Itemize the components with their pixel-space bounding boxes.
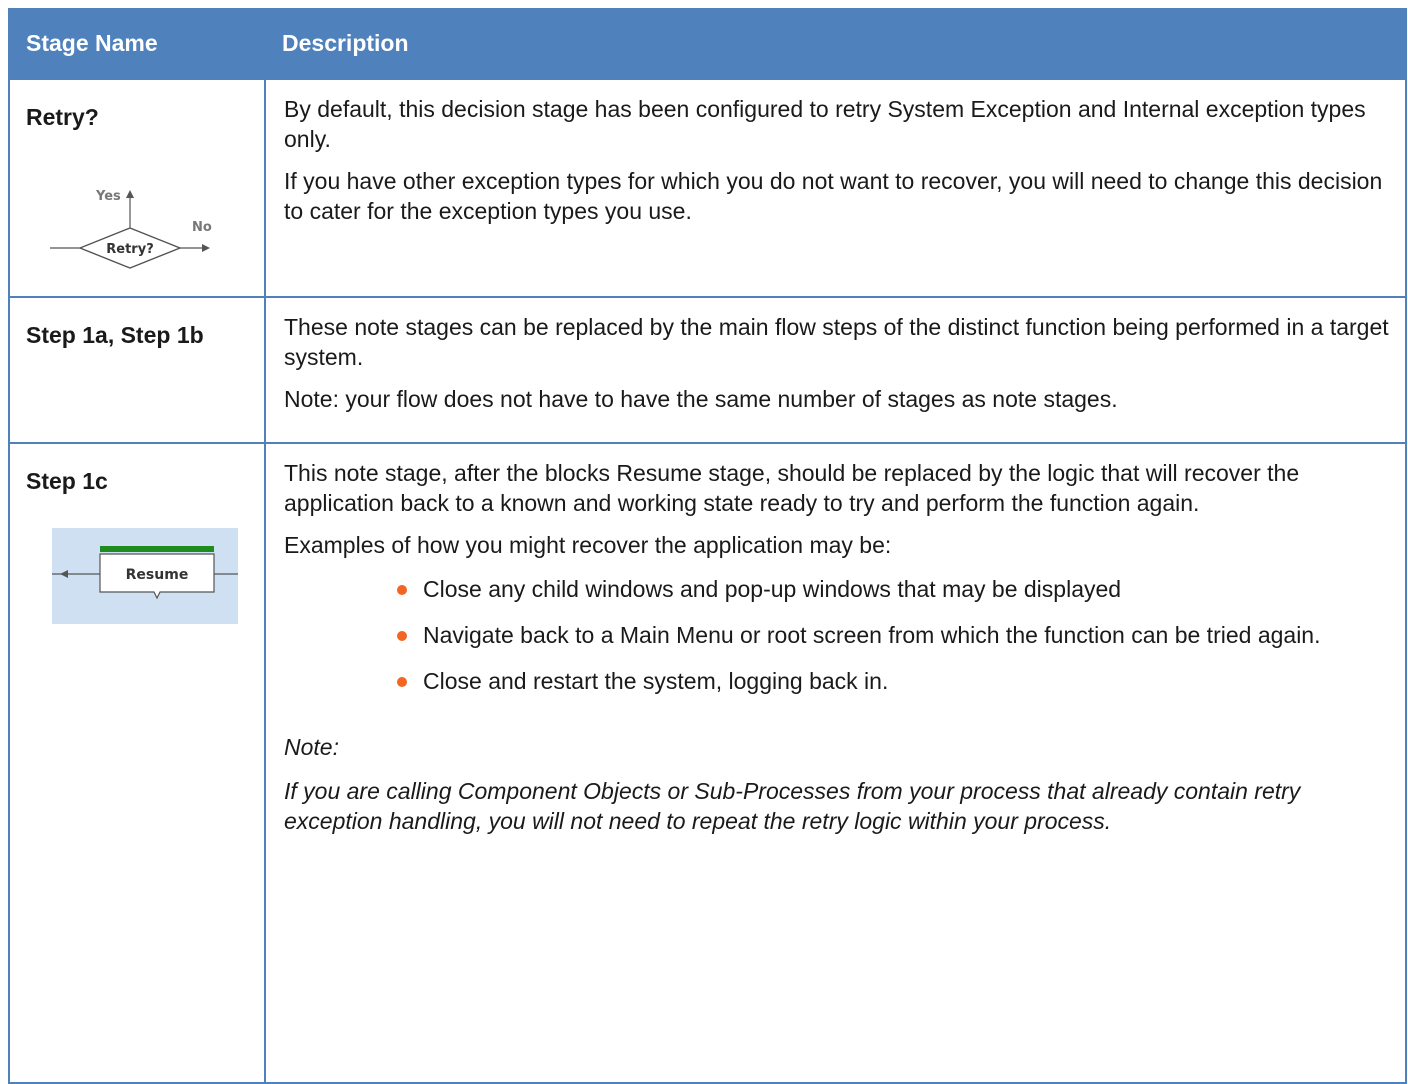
table-header-row: Stage Name Description: [8, 8, 1407, 79]
description-cell: These note stages can be replaced by the…: [264, 296, 1407, 444]
stage-name-cell: Step 1a, Step 1b: [8, 296, 266, 444]
table-row: Step 1c Resume This note stage, after th…: [8, 442, 1407, 1084]
description-paragraph: If you have other exception types for wh…: [284, 168, 1383, 224]
list-item-text: Navigate back to a Main Menu or root scr…: [423, 622, 1321, 648]
description-paragraph: These note stages can be replaced by the…: [284, 314, 1389, 370]
description-paragraph: By default, this decision stage has been…: [284, 96, 1366, 152]
resume-stage-diagram: Resume: [52, 528, 238, 624]
bullet-icon: [397, 677, 407, 687]
description-paragraph: Examples of how you might recover the ap…: [284, 532, 892, 558]
yes-label: Yes: [95, 189, 121, 204]
list-item: Close and restart the system, logging ba…: [397, 666, 1395, 696]
decision-label: Retry?: [106, 242, 153, 257]
note-label: Note:: [284, 734, 339, 760]
list-item: Navigate back to a Main Menu or root scr…: [397, 620, 1395, 650]
header-stage-name: Stage Name: [8, 8, 266, 79]
stage-name-cell: Retry? Yes Retry? No: [8, 78, 266, 298]
stage-table: Stage Name Description Retry? Yes Retry?: [8, 8, 1407, 1084]
stage-name: Retry?: [26, 104, 99, 130]
table-row: Step 1a, Step 1b These note stages can b…: [8, 296, 1407, 444]
list-item-text: Close any child windows and pop-up windo…: [423, 576, 1122, 602]
header-description: Description: [264, 8, 1407, 79]
recovery-examples-list: Close any child windows and pop-up windo…: [284, 574, 1395, 696]
note-text: If you are calling Component Objects or …: [284, 778, 1301, 834]
resume-label: Resume: [126, 567, 189, 583]
list-item: Close any child windows and pop-up windo…: [397, 574, 1395, 604]
decision-stage-diagram: Yes Retry? No: [50, 189, 212, 269]
bullet-icon: [397, 631, 407, 641]
stage-name-cell: Step 1c Resume: [8, 442, 266, 1084]
description-cell: This note stage, after the blocks Resume…: [264, 442, 1407, 1084]
description-paragraph: This note stage, after the blocks Resume…: [284, 460, 1300, 516]
list-item-text: Close and restart the system, logging ba…: [423, 668, 889, 694]
description-paragraph: Note: your flow does not have to have th…: [284, 386, 1118, 412]
no-label: No: [192, 220, 212, 235]
bullet-icon: [397, 585, 407, 595]
stage-name: Step 1c: [26, 468, 108, 494]
table-row: Retry? Yes Retry? No By default, this de: [8, 78, 1407, 298]
description-cell: By default, this decision stage has been…: [264, 78, 1407, 298]
stage-name: Step 1a, Step 1b: [26, 322, 204, 348]
